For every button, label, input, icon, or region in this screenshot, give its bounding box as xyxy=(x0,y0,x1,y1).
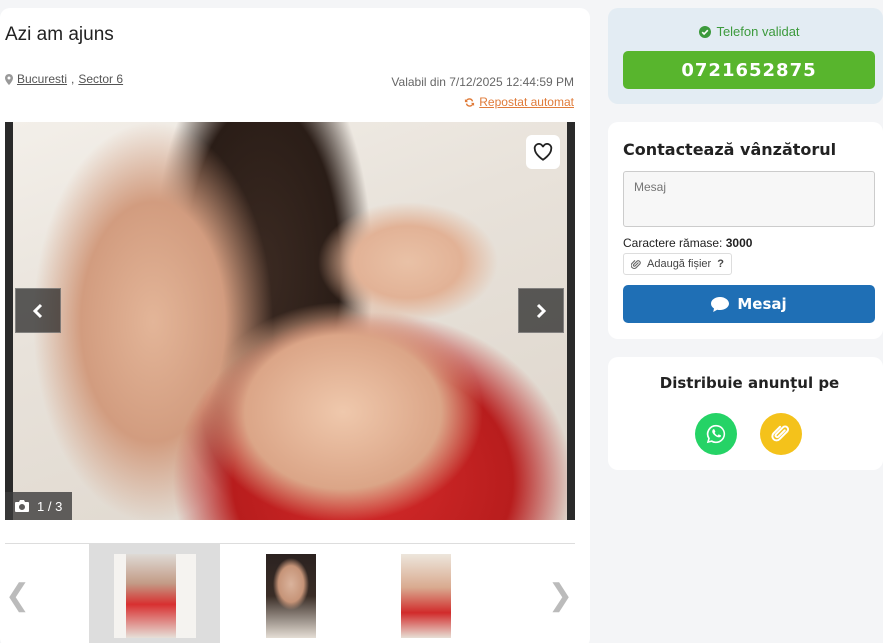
gallery-prev-button[interactable] xyxy=(15,288,61,333)
whatsapp-share-button[interactable] xyxy=(695,413,737,455)
listing-card: Azi am ajuns Bucuresti, Sector 6 Valabil… xyxy=(0,8,590,643)
location-sector-link[interactable]: Sector 6 xyxy=(78,72,123,86)
photo-counter: 1 / 3 xyxy=(5,492,73,520)
thumbnail-3[interactable] xyxy=(360,544,491,643)
attach-file-label: Adaugă fișier xyxy=(647,258,712,270)
photo-counter-text: 1 / 3 xyxy=(37,498,63,514)
refresh-icon xyxy=(465,97,475,107)
thumbnail-strip: ❮ ❯ xyxy=(5,543,575,643)
thumbnail-1[interactable] xyxy=(89,544,220,643)
contact-title: Contactează vânzătorul xyxy=(623,140,837,159)
photo-gallery[interactable]: 1 / 3 xyxy=(5,122,575,520)
send-message-button[interactable]: Mesaj xyxy=(623,285,875,323)
paperclip-icon xyxy=(771,425,790,442)
chars-remaining: Caractere rămase: 3000 xyxy=(623,236,752,250)
heart-icon xyxy=(533,143,553,161)
map-pin-icon xyxy=(5,73,13,85)
listing-location: Bucuresti, Sector 6 xyxy=(5,72,123,86)
phone-card: Telefon validat 0721652875 xyxy=(608,8,883,104)
thumb-prev-button[interactable]: ❮ xyxy=(5,578,30,613)
contact-seller-card: Contactează vânzătorul Caractere rămase:… xyxy=(608,122,883,339)
send-message-label: Mesaj xyxy=(737,295,787,313)
location-city-link[interactable]: Bucuresti xyxy=(17,72,67,86)
gallery-next-button[interactable] xyxy=(518,288,564,333)
help-icon[interactable]: ? xyxy=(717,258,724,270)
chars-remaining-count: 3000 xyxy=(725,236,753,250)
listing-photo[interactable] xyxy=(13,122,567,520)
thumb-next-button[interactable]: ❯ xyxy=(548,578,573,613)
thumbnail-2[interactable] xyxy=(225,544,356,643)
camera-icon xyxy=(15,500,29,512)
repost-label: Repostat automat xyxy=(479,95,574,109)
thumbnail-image xyxy=(400,554,451,638)
attach-file-button[interactable]: Adaugă fișier ? xyxy=(623,253,732,275)
phone-number-button[interactable]: 0721652875 xyxy=(623,51,875,89)
whatsapp-icon xyxy=(706,424,726,444)
check-circle-icon xyxy=(699,25,712,38)
chevron-left-icon xyxy=(32,303,43,318)
share-title: Distribuie anunțul pe xyxy=(659,374,840,392)
phone-validated-badge: Telefon validat xyxy=(608,24,883,39)
message-input[interactable] xyxy=(623,171,875,227)
valid-from-text: Valabil din 7/12/2025 12:44:59 PM xyxy=(391,75,574,89)
listing-title: Azi am ajuns xyxy=(5,24,114,45)
chevron-right-icon xyxy=(536,303,547,318)
chars-remaining-label: Caractere rămase: xyxy=(623,236,723,250)
copy-link-button[interactable] xyxy=(760,413,802,455)
share-card: Distribuie anunțul pe xyxy=(608,357,883,470)
favorite-button[interactable] xyxy=(526,135,560,169)
thumbnail-image xyxy=(265,554,316,638)
chat-bubble-icon xyxy=(711,296,730,312)
repost-info[interactable]: Repostat automat xyxy=(464,95,574,109)
thumbnail-image xyxy=(113,554,196,638)
phone-validated-label: Telefon validat xyxy=(716,24,800,39)
paperclip-icon xyxy=(631,259,641,269)
